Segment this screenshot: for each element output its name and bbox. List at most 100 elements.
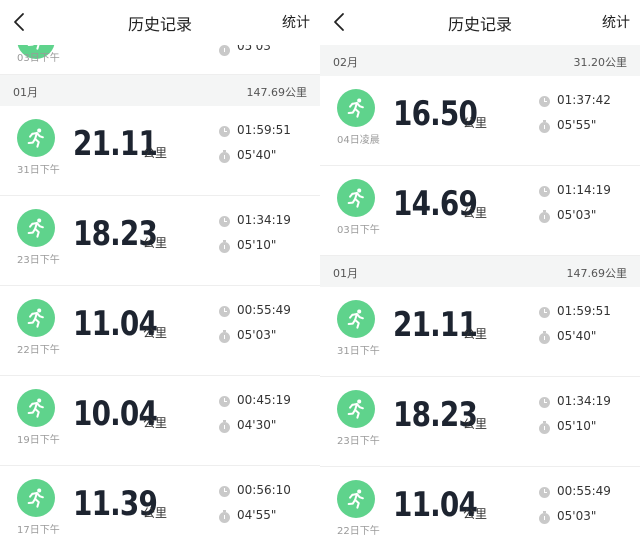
running-icon	[27, 488, 44, 508]
history-list[interactable]: 03日下午 05'03 01月 147.69公里 31日下午 21.11 公里 01:59:5…	[0, 21, 320, 550]
running-icon-circle	[337, 89, 375, 127]
running-icon	[347, 188, 364, 208]
running-icon	[347, 489, 364, 509]
top-bar: 历史记录 统计	[0, 0, 320, 45]
run-date: 03日下午	[337, 225, 380, 236]
run-date: 22日下午	[337, 526, 380, 537]
run-entry[interactable]: 31日下午 21.11 公里 01:59:51 05'40"	[0, 106, 320, 196]
run-entry[interactable]: 04日凌晨 16.50 公里 01:37:42 05'55"	[320, 76, 640, 166]
clock-icon	[219, 306, 230, 317]
running-icon	[27, 308, 44, 328]
history-panel-left: 历史记录 统计 03日下午 05'03 01月 147.69公里 31日下午 21.11 公…	[0, 0, 320, 550]
run-date: 19日下午	[17, 435, 60, 446]
running-icon-circle	[17, 119, 55, 157]
history-panel-right: 历史记录 统计 02月 31.20公里 04日凌晨 16.50 公里 01:37:42 05…	[320, 0, 640, 550]
stopwatch-icon	[539, 120, 550, 133]
top-bar: 历史记录 统计	[320, 0, 640, 45]
run-entry[interactable]: 03日下午 05'03	[0, 21, 320, 75]
month-total: 31.20公里	[573, 56, 628, 69]
run-entry[interactable]: 23日下午 18.23 公里 01:34:19 05'10"	[320, 377, 640, 467]
distance-unit: 公里	[143, 506, 168, 520]
running-icon	[27, 398, 44, 418]
run-pace: 05'10"	[557, 419, 597, 433]
distance-unit: 公里	[463, 327, 488, 341]
run-entry[interactable]: 22日下午 11.04 公里 00:55:49 05'03"	[0, 286, 320, 376]
run-date: 04日凌晨	[337, 135, 380, 146]
run-entry[interactable]: 03日下午 14.69 公里 01:14:19 05'03"	[320, 166, 640, 256]
run-duration: 01:34:19	[557, 394, 611, 408]
stats-button[interactable]: 统计	[602, 12, 630, 32]
month-total: 147.69公里	[246, 86, 308, 99]
run-date: 31日下午	[17, 165, 60, 176]
running-icon-circle	[17, 209, 55, 247]
stopwatch-icon	[219, 330, 230, 343]
run-pace: 05'55"	[557, 118, 597, 132]
run-duration: 01:59:51	[237, 123, 291, 137]
running-icon	[347, 399, 364, 419]
run-entry[interactable]: 19日下午 10.04 公里 00:45:19 04'30"	[0, 376, 320, 466]
page-title: 历史记录	[447, 15, 512, 34]
run-pace: 05'03"	[557, 208, 597, 222]
clock-icon	[539, 186, 550, 197]
run-duration: 01:34:19	[237, 213, 291, 227]
distance-unit: 公里	[463, 206, 488, 220]
month-header: 01月 147.69公里	[320, 256, 640, 287]
clock-icon	[539, 307, 550, 318]
stopwatch-icon	[539, 210, 550, 223]
run-entry[interactable]: 17日下午 11.39 公里 00:56:10 04'55"	[0, 466, 320, 550]
running-icon	[27, 218, 44, 238]
run-pace: 05'03"	[557, 509, 597, 523]
distance-unit: 公里	[143, 146, 168, 160]
stopwatch-icon	[219, 420, 230, 433]
clock-icon	[219, 216, 230, 227]
stopwatch-icon	[219, 510, 230, 523]
running-icon-circle	[17, 389, 55, 427]
run-duration: 01:37:42	[557, 93, 611, 107]
run-duration: 00:56:10	[237, 483, 291, 497]
back-button[interactable]	[10, 10, 32, 34]
distance-unit: 公里	[463, 507, 488, 521]
running-icon	[347, 309, 364, 329]
running-icon-circle	[17, 479, 55, 517]
run-date: 23日下午	[17, 255, 60, 266]
stopwatch-icon	[219, 150, 230, 163]
run-entry[interactable]: 23日下午 18.23 公里 01:34:19 05'10"	[0, 196, 320, 286]
run-date: 22日下午	[17, 345, 60, 356]
running-icon	[27, 128, 44, 148]
run-pace: 05'10"	[237, 238, 277, 252]
run-date: 23日下午	[337, 436, 380, 447]
chevron-left-icon	[14, 13, 24, 31]
month-label: 01月	[333, 267, 358, 280]
month-label: 02月	[333, 56, 358, 69]
run-duration: 01:59:51	[557, 304, 611, 318]
run-pace: 04'55"	[237, 508, 277, 522]
stopwatch-icon	[539, 331, 550, 344]
run-entry[interactable]: 31日下午 21.11 公里 01:59:51 05'40"	[320, 287, 640, 377]
history-list[interactable]: 02月 31.20公里 04日凌晨 16.50 公里 01:37:42 05'55" 03日下…	[320, 45, 640, 550]
back-button[interactable]	[330, 10, 352, 34]
clock-icon	[219, 126, 230, 137]
run-pace: 05'40"	[557, 329, 597, 343]
page-title: 历史记录	[127, 15, 192, 34]
stopwatch-icon	[539, 511, 550, 524]
running-icon-circle	[337, 300, 375, 338]
running-icon-circle	[337, 480, 375, 518]
month-header: 01月 147.69公里	[0, 75, 320, 106]
run-duration: 00:45:19	[237, 393, 291, 407]
run-pace: 04'30"	[237, 418, 277, 432]
distance-unit: 公里	[143, 326, 168, 340]
run-date: 31日下午	[337, 346, 380, 357]
clock-icon	[539, 96, 550, 107]
clock-icon	[539, 487, 550, 498]
clock-icon	[219, 486, 230, 497]
stopwatch-icon	[219, 240, 230, 253]
running-icon-circle	[337, 179, 375, 217]
chevron-left-icon	[334, 13, 344, 31]
stats-button[interactable]: 统计	[282, 12, 310, 32]
month-total: 147.69公里	[566, 267, 628, 280]
running-icon	[347, 98, 364, 118]
month-label: 01月	[13, 86, 38, 99]
stopwatch-icon	[219, 43, 230, 56]
distance-unit: 公里	[463, 417, 488, 431]
run-entry[interactable]: 22日下午 11.04 公里 00:55:49 05'03"	[320, 467, 640, 550]
